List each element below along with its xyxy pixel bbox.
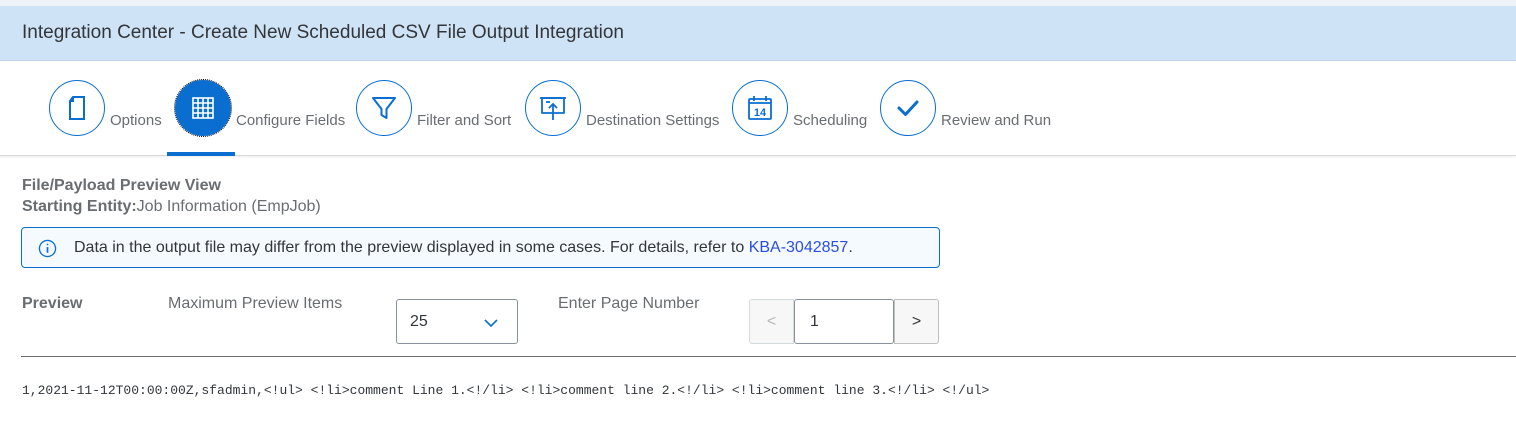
preview-label: Preview <box>22 295 83 312</box>
document-icon <box>49 80 105 136</box>
step-label: Review and Run <box>941 112 1052 129</box>
step-label: Configure Fields <box>236 112 346 129</box>
page-title: Integration Center - Create New Schedule… <box>22 22 624 43</box>
starting-entity-label: Starting Entity: <box>22 198 137 215</box>
active-step-indicator <box>167 152 235 156</box>
max-preview-items-select[interactable]: 25 <box>396 299 518 344</box>
calendar-icon: 14 <box>732 80 788 136</box>
table-icon <box>174 79 232 137</box>
chevron-down-icon <box>484 319 498 328</box>
title-bar: Integration Center - Create New Schedule… <box>0 6 1516 61</box>
max-preview-items-label: Maximum Preview Items <box>168 295 343 312</box>
starting-entity: Starting Entity:Job Information (EmpJob) <box>22 198 321 216</box>
info-message-strip: Data in the output file may differ from … <box>21 227 940 268</box>
preview-view-heading: File/Payload Preview View <box>22 177 221 194</box>
info-message-text: Data in the output file may differ from … <box>74 239 853 256</box>
divider <box>21 356 1516 357</box>
filter-icon <box>356 80 412 136</box>
step-label: Filter and Sort <box>417 112 512 129</box>
max-preview-items-value: 25 <box>410 313 428 330</box>
page-number-input[interactable] <box>794 299 894 344</box>
step-label: Options <box>110 112 162 129</box>
next-page-button[interactable]: > <box>894 299 939 344</box>
starting-entity-value: Job Information (EmpJob) <box>136 198 321 215</box>
wizard-steps: Options Configure Fields Filter and Sort <box>0 61 1516 156</box>
info-icon <box>38 239 57 258</box>
page-number-label: Enter Page Number <box>558 295 700 312</box>
step-label: Scheduling <box>793 112 868 129</box>
payload-preview-text: 1,2021-11-12T00:00:00Z,sfadmin,<!ul> <!l… <box>22 383 990 398</box>
previous-page-button[interactable]: < <box>749 299 794 344</box>
upload-board-icon <box>525 80 581 136</box>
svg-text:14: 14 <box>754 107 767 119</box>
step-label: Destination Settings <box>586 112 720 129</box>
checkmark-icon <box>880 80 936 136</box>
kba-link[interactable]: KBA-3042857 <box>749 239 849 256</box>
